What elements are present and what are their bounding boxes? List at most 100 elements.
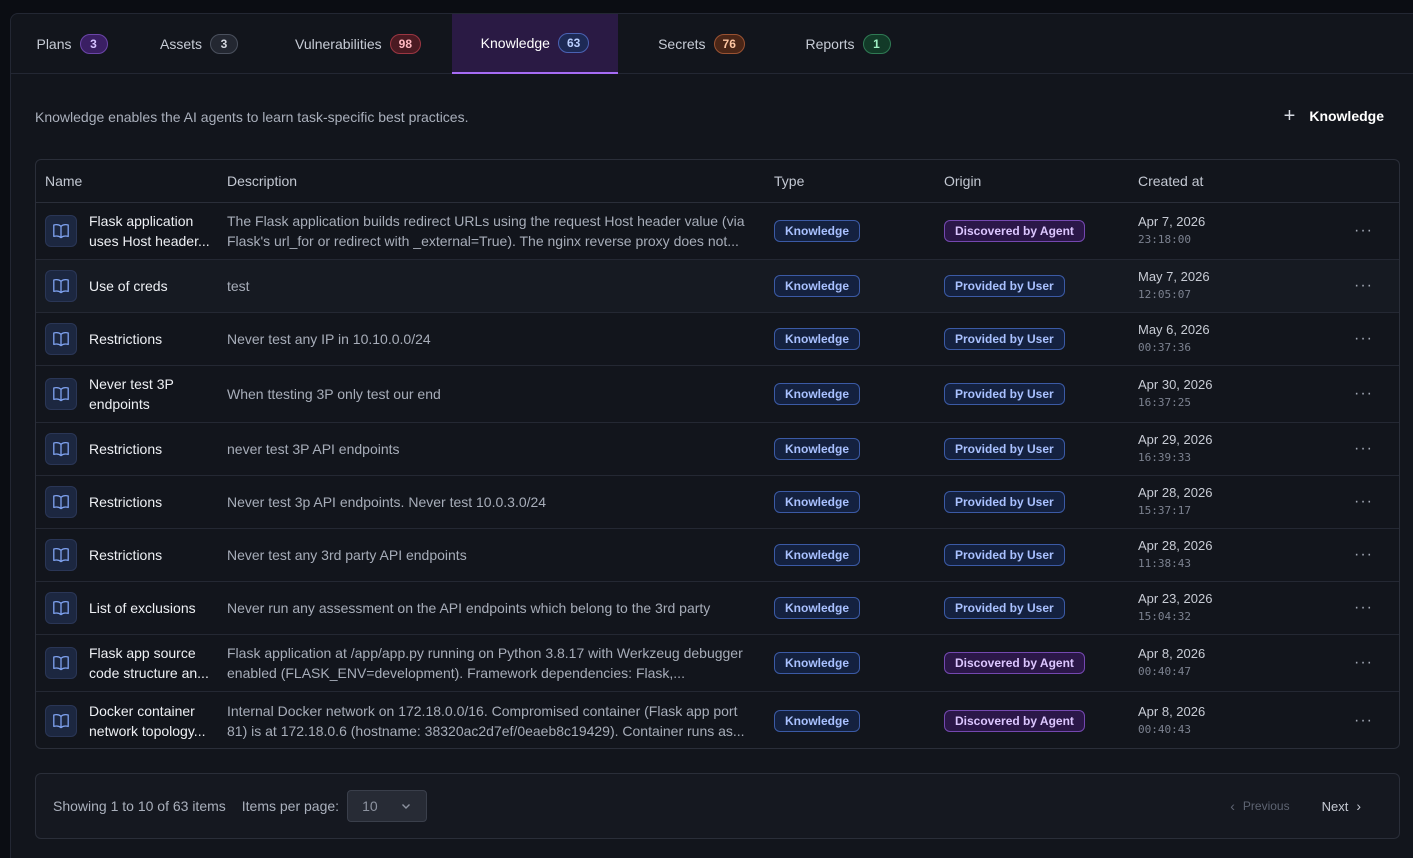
more-options-icon[interactable]: ··· (1354, 330, 1373, 348)
description-cell: Never test 3p API endpoints. Never test … (218, 492, 764, 512)
tab-reports[interactable]: Reports 1 (785, 14, 911, 74)
name-cell: List of exclusions (36, 592, 218, 624)
row-name: Docker container network topology... (89, 702, 206, 739)
created-date: Apr 7, 2026 (1138, 214, 1206, 229)
created-date: Apr 23, 2026 (1138, 591, 1213, 606)
created-date: Apr 8, 2026 (1138, 646, 1206, 661)
table-row[interactable]: Flask app source code structure an... Fla… (36, 635, 1399, 692)
origin-cell: Discovered by Agent (934, 220, 1128, 242)
more-options-icon[interactable]: ··· (1354, 440, 1373, 458)
created-cell: May 7, 2026 12:05:07 (1128, 268, 1328, 304)
created-date: Apr 29, 2026 (1138, 432, 1213, 447)
type-cell: Knowledge (764, 328, 934, 350)
row-name: Flask app source code structure an... (89, 645, 209, 681)
tab-count-badge: 63 (557, 33, 590, 53)
name-cell: Restrictions (36, 539, 218, 571)
more-options-icon[interactable]: ··· (1354, 599, 1373, 617)
name-cell: Docker container network topology... (36, 701, 218, 741)
book-icon (45, 270, 77, 302)
created-date: May 6, 2026 (1138, 322, 1210, 337)
origin-cell: Provided by User (934, 491, 1128, 513)
created-time: 15:04:32 (1138, 610, 1191, 623)
table-row[interactable]: Restrictions Never test any 3rd party API… (36, 529, 1399, 582)
row-actions-cell: ··· (1328, 440, 1399, 458)
table-row[interactable]: Restrictions Never test 3p API endpoints.… (36, 476, 1399, 529)
origin-badge: Provided by User (944, 491, 1065, 513)
created-cell: Apr 8, 2026 00:40:43 (1128, 703, 1328, 739)
type-badge: Knowledge (774, 275, 861, 297)
header-origin[interactable]: Origin (934, 173, 1128, 189)
row-description: When ttesting 3P only test our end (227, 386, 441, 402)
created-time: 15:37:17 (1138, 504, 1191, 517)
add-knowledge-button[interactable]: + Knowledge (1284, 106, 1384, 126)
table-row[interactable]: Restrictions never test 3P API endpoints K… (36, 423, 1399, 476)
chevron-left-icon: ‹ (1230, 798, 1235, 814)
created-time: 23:18:00 (1138, 233, 1191, 246)
type-cell: Knowledge (764, 275, 934, 297)
book-icon (45, 486, 77, 518)
created-time: 16:37:25 (1138, 396, 1191, 409)
origin-cell: Provided by User (934, 383, 1128, 405)
row-actions-cell: ··· (1328, 599, 1399, 617)
row-description: test (227, 278, 250, 294)
description-cell: Never test any IP in 10.10.0.0/24 (218, 329, 764, 349)
type-badge: Knowledge (774, 709, 861, 732)
created-date: May 7, 2026 (1138, 269, 1210, 284)
table-row[interactable]: List of exclusions Never run any assessme… (36, 582, 1399, 635)
header-type[interactable]: Type (764, 173, 934, 189)
book-icon (45, 323, 77, 355)
more-options-icon[interactable]: ··· (1354, 654, 1373, 672)
more-options-icon[interactable]: ··· (1354, 277, 1373, 295)
items-per-page-select[interactable]: 10 (347, 790, 428, 822)
header-description[interactable]: Description (218, 173, 764, 189)
tab-plans[interactable]: Plans 3 (10, 14, 134, 74)
type-cell: Knowledge (764, 652, 934, 674)
created-cell: Apr 30, 2026 16:37:25 (1128, 376, 1328, 412)
tab-knowledge[interactable]: Knowledge 63 (452, 14, 618, 74)
book-icon (45, 539, 77, 571)
row-name: Flask application uses Host header... (89, 213, 210, 249)
type-cell: Knowledge (764, 544, 934, 566)
tab-secrets[interactable]: Secrets 76 (618, 14, 785, 74)
tab-count-badge: 3 (210, 34, 238, 54)
next-page-button[interactable]: Next › (1322, 798, 1369, 814)
row-description: never test 3P API endpoints (227, 441, 400, 457)
created-cell: Apr 28, 2026 15:37:17 (1128, 484, 1328, 520)
origin-badge: Discovered by Agent (944, 220, 1085, 242)
type-cell: Knowledge (764, 491, 934, 513)
description-cell: Never test any 3rd party API endpoints (218, 545, 764, 565)
description-cell: The Flask application builds redirect UR… (218, 211, 764, 251)
origin-cell: Discovered by Agent (934, 709, 1128, 732)
row-name: Restrictions (89, 494, 163, 510)
type-badge: Knowledge (774, 328, 861, 350)
previous-label: Previous (1242, 799, 1290, 813)
tab-assets[interactable]: Assets 3 (134, 14, 264, 74)
name-cell: Use of creds (36, 270, 218, 302)
tab-count-badge: 1 (862, 34, 891, 54)
more-options-icon[interactable]: ··· (1354, 222, 1373, 240)
table-row[interactable]: Use of creds test Knowledge Provided by Use… (36, 260, 1399, 313)
row-actions-cell: ··· (1328, 222, 1399, 240)
tab-label: Plans (36, 36, 72, 52)
tab-vulnerabilities[interactable]: Vulnerabilities 98 (264, 14, 452, 74)
table-row[interactable]: Flask application uses Host header... The… (36, 203, 1399, 260)
more-options-icon[interactable]: ··· (1354, 385, 1373, 403)
previous-page-button[interactable]: ‹ Previous (1222, 798, 1289, 814)
created-cell: Apr 28, 2026 11:38:43 (1128, 537, 1328, 573)
book-icon (45, 704, 77, 737)
origin-cell: Provided by User (934, 328, 1128, 350)
table-row[interactable]: Restrictions Never test any IP in 10.10.0… (36, 313, 1399, 366)
header-name[interactable]: Name (36, 173, 218, 189)
row-description: Never test 3p API endpoints. Never test … (227, 494, 547, 510)
more-options-icon[interactable]: ··· (1354, 712, 1373, 730)
more-options-icon[interactable]: ··· (1354, 493, 1373, 511)
row-actions-cell: ··· (1328, 330, 1399, 348)
table-row[interactable]: Docker container network topology... Inte… (36, 692, 1399, 748)
type-cell: Knowledge (764, 383, 934, 405)
header-created-at[interactable]: Created at (1128, 173, 1328, 189)
tab-count-badge: 3 (79, 34, 108, 54)
more-options-icon[interactable]: ··· (1354, 546, 1373, 564)
plus-icon: + (1283, 105, 1296, 127)
table-row[interactable]: Never test 3P endpoints When ttesting 3P … (36, 366, 1399, 423)
type-badge: Knowledge (774, 491, 861, 513)
